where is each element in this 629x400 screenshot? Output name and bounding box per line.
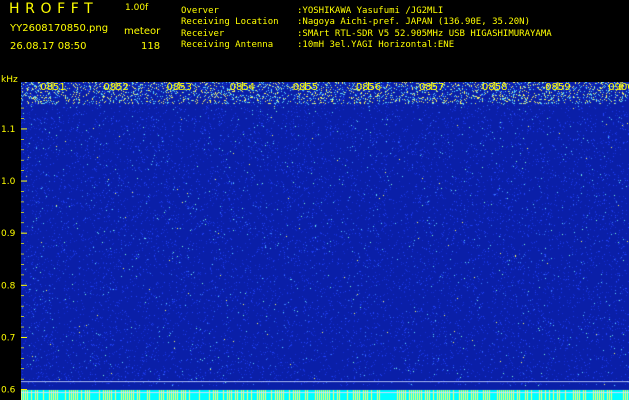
y-tick-label: 0.6 bbox=[1, 386, 16, 396]
info-label-receiver: Receiver bbox=[181, 29, 225, 39]
x-tick-label: 0858 bbox=[482, 82, 507, 93]
info-value-receiver: :SMArt RTL-SDR V5 52.905MHz USB HIGASHIM… bbox=[297, 29, 552, 39]
info-label-location: Receiving Location bbox=[181, 17, 279, 27]
y-tick-label: 0.8 bbox=[1, 281, 16, 291]
x-tick-label: 0851 bbox=[40, 82, 65, 93]
y-tick-label: 0.9 bbox=[1, 229, 16, 239]
meteor-count: 118 bbox=[141, 41, 161, 52]
y-tick-label: 0.7 bbox=[1, 333, 15, 343]
info-value-observer: :YOSHIKAWA Yasufumi /JG2MLI bbox=[297, 6, 444, 16]
info-label-observer: Overver bbox=[181, 6, 219, 16]
x-tick-label: 0852 bbox=[103, 82, 128, 93]
header-panel: HROFFT 1.00f YY2608170850.png meteor 26.… bbox=[0, 0, 629, 76]
x-tick-label: 0857 bbox=[419, 82, 444, 93]
info-row-receiver: Receiver :SMArt RTL-SDR V5 52.905MHz USB… bbox=[181, 29, 552, 40]
spectrogram-axes: 1.1 1.0 0.9 0.8 0.7 0.6 0851 0852 0853 0854 0855 08… bbox=[1, 82, 629, 396]
app-title: HROFFT bbox=[9, 1, 99, 17]
filename-label: YY2608170850.png bbox=[10, 23, 109, 34]
x-tick-label: 0854 bbox=[230, 82, 255, 93]
meteor-label: meteor bbox=[124, 26, 161, 37]
x-tick-label: 0900 bbox=[608, 82, 629, 93]
x-tick-label: 0856 bbox=[356, 82, 381, 93]
info-value-location: :Nagoya Aichi-pref. JAPAN (136.90E, 35.2… bbox=[297, 17, 530, 27]
version-label: 1.00f bbox=[125, 3, 149, 13]
x-tick-label: 0855 bbox=[293, 82, 318, 93]
info-row-observer: Overver :YOSHIKAWA Yasufumi /JG2MLI bbox=[181, 6, 443, 17]
info-label-antenna: Receiving Antenna bbox=[181, 40, 274, 50]
info-row-antenna: Receiving Antenna :10mH 3el.YAGI Horizon… bbox=[181, 40, 454, 51]
info-value-antenna: :10mH 3el.YAGI Horizontal:ENE bbox=[297, 40, 455, 50]
x-tick-label: 0853 bbox=[166, 82, 191, 93]
x-tick-label: 0859 bbox=[545, 82, 570, 93]
datetime-label: 26.08.17 08:50 bbox=[10, 41, 87, 52]
info-row-location: Receiving Location :Nagoya Aichi-pref. J… bbox=[181, 17, 530, 28]
y-tick-label: 1.1 bbox=[1, 125, 15, 135]
y-tick-label: 1.0 bbox=[1, 177, 16, 187]
